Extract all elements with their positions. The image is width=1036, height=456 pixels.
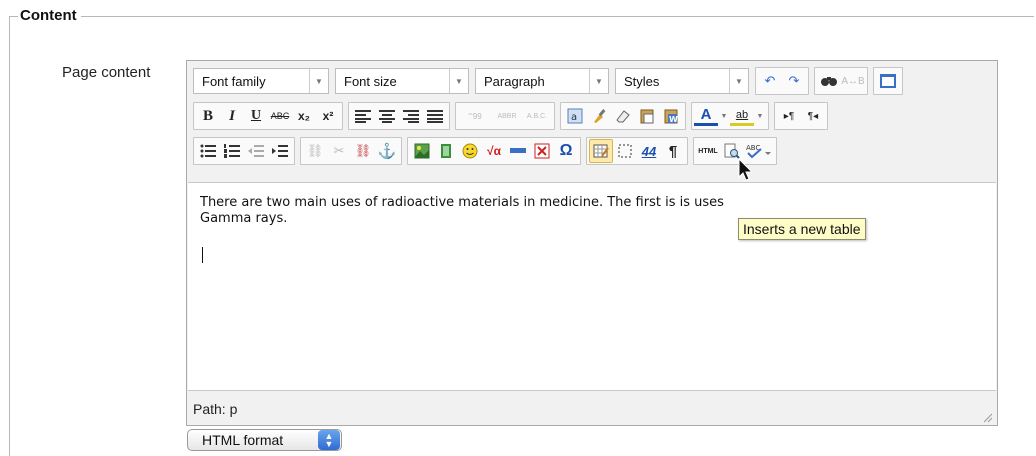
toolbar-row-3: ⛓ ✂ ⛓ ⚓ √α Ω 44 ¶ HTML ABC bbox=[193, 136, 782, 166]
undo-icon[interactable]: ↶ bbox=[758, 69, 782, 93]
show-blocks-icon[interactable]: ¶ bbox=[661, 139, 685, 163]
undo-redo-group: ↶ ↷ bbox=[755, 67, 809, 95]
chevron-down-icon: ▼ bbox=[729, 69, 748, 93]
horizontal-rule-icon[interactable] bbox=[506, 139, 530, 163]
acronym-icon[interactable]: A.B.C. bbox=[522, 104, 552, 128]
italic-icon[interactable]: I bbox=[220, 104, 244, 128]
text-format-select[interactable]: HTML format ▲ ▼ bbox=[187, 429, 342, 451]
color-group: A ▼ ab ▼ bbox=[691, 102, 769, 130]
editor-text-line1: There are two main uses of radioactive m… bbox=[200, 195, 676, 210]
align-center-icon[interactable] bbox=[375, 104, 399, 128]
replace-icon[interactable]: A↔B bbox=[841, 69, 865, 93]
paste-text-icon[interactable] bbox=[635, 104, 659, 128]
fullscreen-icon[interactable] bbox=[876, 69, 900, 93]
insert-table-tooltip: Inserts a new table bbox=[738, 218, 866, 240]
subscript-icon[interactable]: x₂ bbox=[292, 104, 316, 128]
chevron-down-icon[interactable]: ▼ bbox=[718, 104, 730, 128]
insert-group: √α Ω bbox=[407, 137, 581, 165]
editor-text-line1-end: is uses bbox=[679, 195, 724, 210]
indent-icon[interactable] bbox=[268, 139, 292, 163]
align-left-icon[interactable] bbox=[351, 104, 375, 128]
chevron-down-icon: ▼ bbox=[449, 69, 468, 93]
superscript-icon[interactable]: x² bbox=[316, 104, 340, 128]
link-icon[interactable]: ⛓ bbox=[303, 139, 327, 163]
chevron-down-icon: ▼ bbox=[589, 69, 608, 93]
align-justify-icon[interactable] bbox=[423, 104, 447, 128]
align-right-icon[interactable] bbox=[399, 104, 423, 128]
table-group: 44 ¶ bbox=[586, 137, 688, 165]
toolbar-row-2: B I U ABC x₂ x² “‘99 ABBR A.B.C. a W A ▼… bbox=[193, 101, 833, 131]
bold-icon[interactable]: B bbox=[196, 104, 220, 128]
select-all-icon[interactable]: a bbox=[563, 104, 587, 128]
underline-icon[interactable]: U bbox=[244, 104, 268, 128]
bullet-list-icon[interactable] bbox=[196, 139, 220, 163]
numbered-list-icon[interactable] bbox=[220, 139, 244, 163]
direction-group: ▸¶ ¶◂ bbox=[774, 102, 828, 130]
redo-icon[interactable]: ↷ bbox=[782, 69, 806, 93]
media-icon[interactable] bbox=[434, 139, 458, 163]
styleprops-icon[interactable]: 44 bbox=[637, 139, 661, 163]
toolbar-row-1: Font family ▼ Font size ▼ Paragraph ▼ St… bbox=[193, 66, 908, 96]
nolink-icon[interactable] bbox=[530, 139, 554, 163]
page-content-label: Page content bbox=[62, 64, 151, 81]
eraser-icon[interactable] bbox=[611, 104, 635, 128]
styles-label: Styles bbox=[624, 73, 660, 89]
font-size-dropdown[interactable]: Font size ▼ bbox=[335, 68, 469, 94]
font-color-icon[interactable]: A bbox=[694, 106, 718, 126]
abbr-icon[interactable]: ABBR bbox=[492, 104, 522, 128]
unlink-icon[interactable]: ✂ bbox=[327, 139, 351, 163]
clipboard-group: a W bbox=[560, 102, 686, 130]
styles-dropdown[interactable]: Styles ▼ bbox=[615, 68, 749, 94]
equation-icon[interactable]: √α bbox=[482, 139, 506, 163]
rich-text-editor: Font family ▼ Font size ▼ Paragraph ▼ St… bbox=[186, 60, 998, 426]
special-char-icon[interactable]: Ω bbox=[554, 139, 578, 163]
cleanup-brush-icon[interactable] bbox=[587, 104, 611, 128]
search-group: A↔B bbox=[814, 67, 868, 95]
alignment-group bbox=[348, 102, 450, 130]
text-style-group: B I U ABC x₂ x² bbox=[193, 102, 343, 130]
outdent-icon[interactable] bbox=[244, 139, 268, 163]
insert-table-icon[interactable] bbox=[589, 139, 613, 163]
mouse-pointer-icon bbox=[738, 158, 754, 181]
editor-text-line2: Gamma rays. bbox=[200, 211, 288, 226]
paragraph-format-dropdown[interactable]: Paragraph ▼ bbox=[475, 68, 609, 94]
code-group: HTML ABC bbox=[693, 137, 777, 165]
text-format-value: HTML format bbox=[202, 432, 284, 448]
chevron-down-icon: ▼ bbox=[309, 69, 328, 93]
link-group: ⛓ ✂ ⛓ ⚓ bbox=[300, 137, 402, 165]
font-family-dropdown[interactable]: Font family ▼ bbox=[193, 68, 329, 94]
rtl-icon[interactable]: ¶◂ bbox=[801, 104, 825, 128]
list-group bbox=[193, 137, 295, 165]
paste-word-icon[interactable]: W bbox=[659, 104, 683, 128]
visual-aid-icon[interactable] bbox=[613, 139, 637, 163]
citation-group: “‘99 ABBR A.B.C. bbox=[455, 102, 555, 130]
moodle-link-icon[interactable]: ⛓ bbox=[351, 139, 375, 163]
svg-text:W: W bbox=[669, 115, 678, 124]
updown-arrows-icon: ▲ ▼ bbox=[318, 430, 340, 450]
strikethrough-icon[interactable]: ABC bbox=[268, 104, 292, 128]
svg-text:a: a bbox=[571, 112, 577, 123]
font-family-label: Font family bbox=[202, 73, 266, 89]
fullscreen-group bbox=[873, 67, 903, 95]
html-source-icon[interactable]: HTML bbox=[696, 139, 720, 163]
chevron-down-icon[interactable]: ▼ bbox=[754, 104, 766, 128]
text-caret bbox=[202, 247, 203, 263]
element-path[interactable]: Path: p bbox=[193, 401, 237, 417]
cite-icon[interactable]: “‘99 bbox=[458, 104, 492, 128]
editor-statusbar: Path: p bbox=[187, 391, 997, 425]
font-size-label: Font size bbox=[344, 73, 397, 89]
find-icon[interactable] bbox=[817, 69, 841, 93]
smiley-icon[interactable] bbox=[458, 139, 482, 163]
paragraph-format-label: Paragraph bbox=[484, 73, 545, 89]
resize-grip-icon[interactable] bbox=[981, 411, 993, 423]
image-icon[interactable] bbox=[410, 139, 434, 163]
section-legend: Content bbox=[18, 7, 81, 24]
anchor-icon[interactable]: ⚓ bbox=[375, 139, 399, 163]
ltr-icon[interactable]: ▸¶ bbox=[777, 104, 801, 128]
editor-content-area[interactable]: There are two main uses of radioactive m… bbox=[188, 182, 996, 391]
highlight-color-icon[interactable]: ab bbox=[730, 106, 754, 126]
